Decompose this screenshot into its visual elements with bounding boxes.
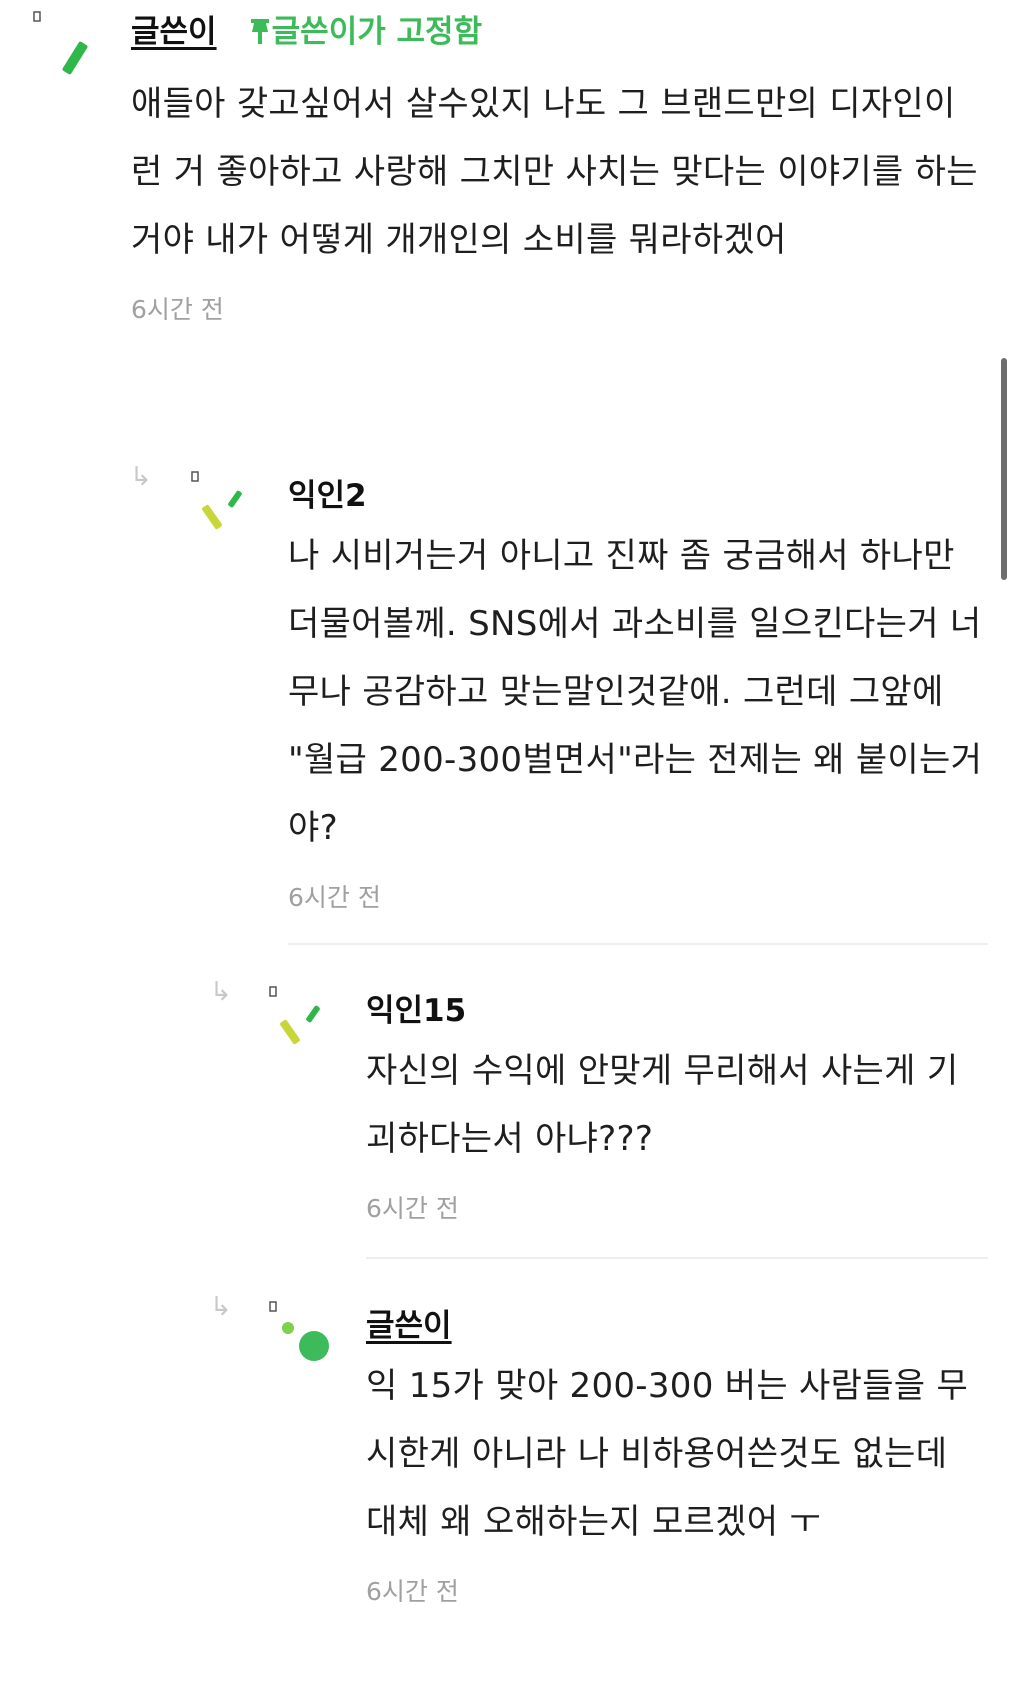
- divider: [288, 943, 988, 945]
- reply-arrow-icon: ↳: [210, 1292, 232, 1322]
- comment-time: 6시간 전: [288, 883, 381, 912]
- pin-icon: [250, 19, 269, 44]
- comment-reply: ↳ 익인2 나 시비거는거 아니고 진짜 좀 궁금해서 하나만 더물어볼께. S…: [0, 450, 1024, 930]
- reply-arrow-icon: ↳: [130, 462, 152, 492]
- comment-reply: ↳ 글쓴이 익 15가 맞아 200-300 버는 사람들을 무시한게 아니라 …: [0, 1280, 1024, 1680]
- author-name[interactable]: 글쓴이: [131, 14, 217, 50]
- comment-header: 글쓴이 글쓴이가 고정함: [131, 6, 981, 52]
- pinned-badge: 글쓴이가 고정함: [248, 14, 482, 50]
- comment-text: 나 시비거는거 아니고 진짜 좀 궁금해서 하나만 더물어볼께. SNS에서 과…: [288, 536, 983, 848]
- avatar-icon: [269, 986, 320, 1045]
- author-name[interactable]: 글쓴이: [366, 1306, 986, 1346]
- avatar-icon: [269, 1301, 329, 1361]
- comment-text: 익 15가 맞아 200-300 버는 사람들을 무시한게 아니라 나 비하용어…: [366, 1366, 969, 1542]
- comment-time: 6시간 전: [131, 295, 224, 324]
- comment-pinned: 글쓴이 글쓴이가 고정함 애들아 갖고싶어서 살수있지 나도 그 브랜드만의 디…: [0, 0, 1024, 400]
- comment-reply: ↳ 익인15 자신의 수익에 안맞게 무리해서 사는게 기괴하다는서 아냐???…: [0, 965, 1024, 1265]
- avatar-icon: [33, 11, 88, 75]
- comment-text: 자신의 수익에 안맞게 무리해서 사는게 기괴하다는서 아냐???: [366, 1051, 959, 1159]
- reply-arrow-icon: ↳: [210, 977, 232, 1007]
- author-name[interactable]: 익인15: [366, 991, 986, 1031]
- comment-time: 6시간 전: [366, 1577, 459, 1606]
- scrollbar[interactable]: [1001, 358, 1007, 580]
- divider: [366, 1257, 988, 1259]
- pinned-label: 글쓴이가 고정함: [271, 14, 483, 50]
- avatar-icon: [191, 471, 242, 530]
- comment-text: 애들아 갖고싶어서 살수있지 나도 그 브랜드만의 디자인이런 거 좋아하고 사…: [131, 84, 978, 260]
- author-name[interactable]: 익인2: [288, 476, 988, 516]
- comment-time: 6시간 전: [366, 1194, 459, 1223]
